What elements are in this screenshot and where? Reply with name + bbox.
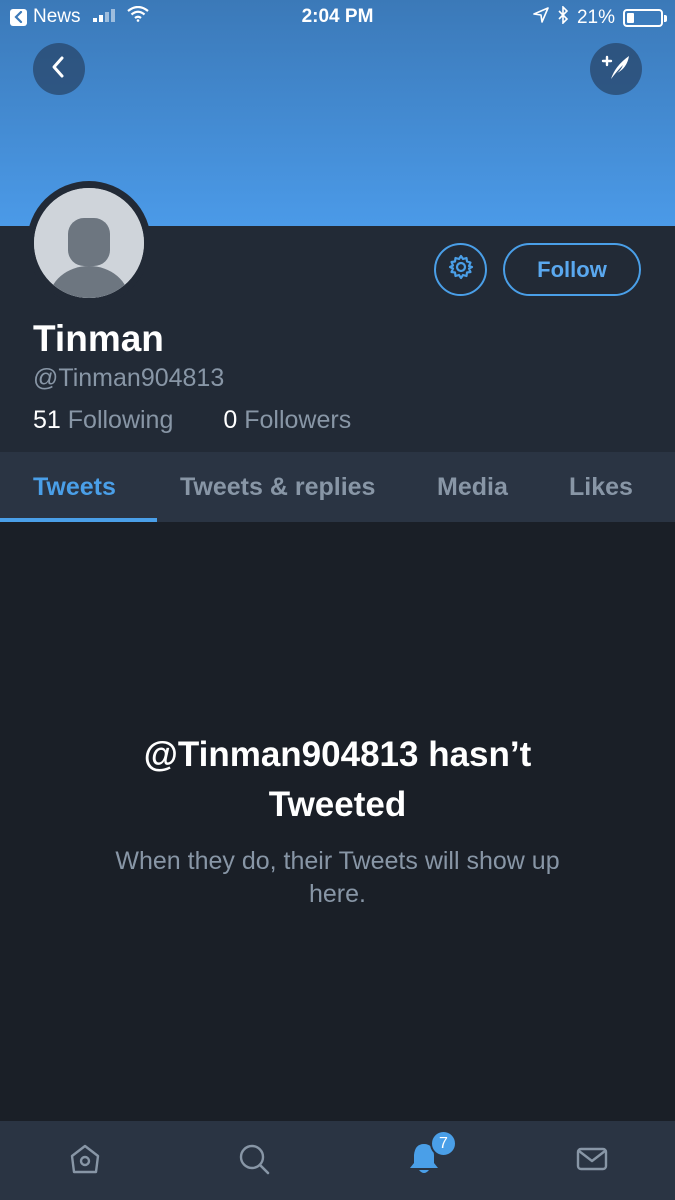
active-tab-indicator [0,518,157,522]
empty-state-title-line2: Tweeted [268,785,407,824]
bottom-nav [0,1120,675,1200]
followers-label: Followers [244,406,352,434]
tab-tweets[interactable]: Tweets [33,452,116,522]
followers-stat[interactable]: 0 Followers [223,406,351,435]
empty-state-subtitle: When they do, their Tweets will show up … [60,845,615,911]
following-stat[interactable]: 51 Following [33,406,173,435]
chevron-left-icon [49,55,69,84]
battery-icon [623,9,667,27]
location-icon [533,7,549,29]
search-icon [236,1141,272,1182]
avatar[interactable] [27,181,151,305]
follow-button[interactable]: Follow [503,243,641,296]
following-count: 51 [33,406,61,434]
profile-tabs: Tweets Tweets & replies Media Likes [0,452,675,522]
bluetooth-icon [557,5,569,30]
followers-count: 0 [223,406,238,434]
home-icon [67,1141,103,1182]
messages-icon [574,1141,610,1182]
battery-percent: 21% [576,7,615,28]
empty-state-title: @Tinman904813 hasn’t Tweeted [0,730,675,830]
compose-tweet-icon [599,52,633,87]
following-label: Following [67,406,174,434]
status-bar-right: 21% [533,5,667,30]
nav-messages[interactable] [570,1139,614,1183]
default-avatar-icon [34,188,144,298]
profile-handle: @Tinman904813 [33,364,225,392]
nav-home[interactable] [63,1139,107,1183]
back-button[interactable] [33,43,85,95]
status-bar: News 2:04 PM 21% [0,0,675,36]
profile-name: Tinman [33,318,164,359]
profile-stats: 51 Following 0 Followers [33,406,401,435]
tab-likes[interactable]: Likes [569,452,633,522]
notifications-badge: 7 [430,1130,457,1157]
tab-media[interactable]: Media [437,452,508,522]
battery-nub [664,15,667,22]
nav-search[interactable] [232,1139,276,1183]
empty-state-title-line1: @Tinman904813 hasn’t [143,735,532,774]
compose-tweet-button[interactable] [590,43,642,95]
battery-level [627,13,634,23]
gear-icon [447,253,475,286]
settings-button[interactable] [434,243,487,296]
empty-state-subtitle-line1: When they do, their Tweets will show up [115,847,560,875]
empty-state-subtitle-line2: here. [309,880,366,908]
tab-tweets-and-replies[interactable]: Tweets & replies [180,452,375,522]
